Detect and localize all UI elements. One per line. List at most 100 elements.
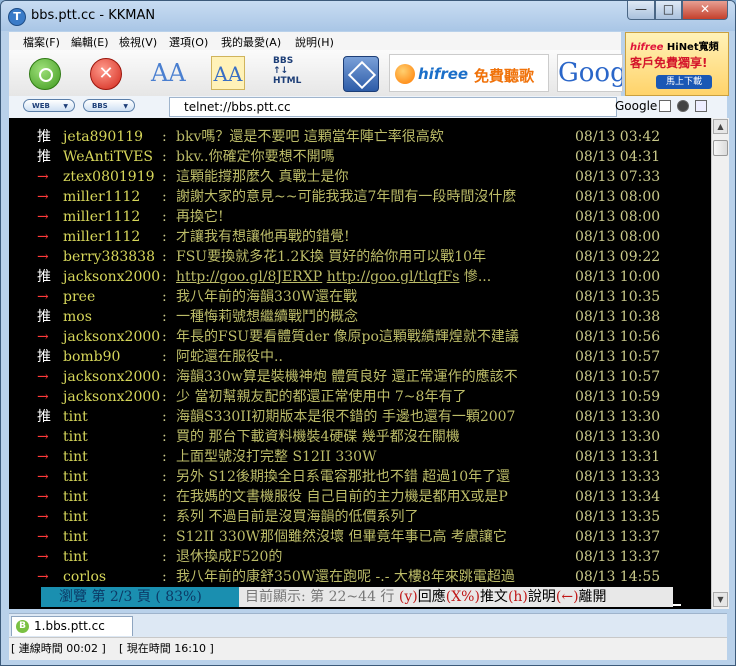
push-key[interactable]: (X%) <box>446 589 480 605</box>
font-size-large-button[interactable]: AA <box>151 56 186 90</box>
comment-link[interactable]: http://goo.gl/tlqfFs <box>327 269 460 285</box>
comment-message: 另外 S12後期換全日系電容那批也不錯 超過10年了還 <box>176 469 511 485</box>
hinet-ad-banner[interactable]: hifree HiNet寬頻 客戶免費獨享! 馬上下載 <box>625 32 729 96</box>
comment-user: WeAntiTVES <box>63 149 154 165</box>
stop-button[interactable]: ✕ <box>90 58 122 90</box>
hifree-music-button[interactable]: hifree 免費聽歌 <box>389 54 549 92</box>
push-tag: 推 <box>37 349 51 365</box>
separator: : <box>162 509 167 525</box>
bbs-html-toggle-button[interactable]: BBS ↑↓ HTML <box>273 56 323 90</box>
vertical-scrollbar[interactable]: ▲ ▼ <box>711 118 729 609</box>
push-tag: 推 <box>37 269 51 285</box>
comment-row: → miller1112: 才讓我有想讓他再戰的錯覺! 08/13 08:00 <box>9 227 711 247</box>
url-input[interactable]: telnet://bbs.ptt.cc <box>169 97 617 117</box>
separator: : <box>162 569 167 585</box>
tab-strip: B 1.bbs.ptt.cc <box>9 613 727 638</box>
scroll-down-arrow-icon[interactable]: ▼ <box>713 592 728 607</box>
google-toolbar-button[interactable]: Goog <box>557 54 623 92</box>
separator: : <box>162 369 167 385</box>
comment-user: jacksonx2000 <box>63 269 161 285</box>
menu-help[interactable]: 說明(H) <box>295 34 334 50</box>
separator: : <box>162 129 167 145</box>
comment-time: 08/13 10:38 <box>575 309 661 325</box>
scroll-up-arrow-icon[interactable]: ▲ <box>713 119 728 134</box>
comment-time: 08/13 10:57 <box>575 349 661 365</box>
current-time: [ 現在時間 16:10 ] <box>119 642 214 655</box>
ad-download-button[interactable]: 馬上下載 <box>656 75 712 89</box>
comment-user: tint <box>63 469 88 485</box>
separator: : <box>162 389 167 405</box>
separator: : <box>162 449 167 465</box>
hifree-slogan: 免費聽歌 <box>474 67 535 85</box>
leave-key[interactable]: (←) <box>556 589 579 605</box>
minimize-button[interactable]: — <box>627 1 655 20</box>
maximize-button[interactable]: □ <box>655 1 682 20</box>
separator: : <box>162 329 167 345</box>
comment-message: 阿蛇還在服役中.. <box>176 349 283 365</box>
comment-message: 買的 那台下載資料機裝4硬碟 幾乎都沒在關機 <box>176 429 460 445</box>
arrow-tag: → <box>37 549 49 565</box>
comment-user: pree <box>63 289 96 305</box>
arrow-tag: → <box>37 289 49 305</box>
font-size-small-button[interactable]: AA <box>211 56 245 90</box>
arrow-tag: → <box>37 329 49 345</box>
close-toolbar-icon[interactable] <box>695 100 707 112</box>
hifree-brand: hifree <box>418 65 469 83</box>
page-indicator: 瀏覽 第 2/3 頁 ( 83%) <box>41 587 239 607</box>
comment-time: 08/13 13:30 <box>575 429 661 445</box>
separator: : <box>162 149 167 165</box>
comment-message: http://goo.gl/8JERXP http://goo.gl/tlqfF… <box>176 267 491 287</box>
menu-edit[interactable]: 編輯(E) <box>71 34 109 50</box>
help-label: 說明 <box>527 589 556 605</box>
menu-file[interactable]: 檔案(F) <box>23 34 60 50</box>
comment-row: → jacksonx2000: 海韻330w算是裝機神炮 體質良好 還正常運作的應該… <box>9 367 711 387</box>
reply-label: 回應 <box>417 589 446 605</box>
app-window: T bbs.ptt.cc - KKMAN — □ ✕ 檔案(F) 編輯(E) 檢… <box>0 0 736 666</box>
comment-time: 08/13 10:57 <box>575 369 661 385</box>
comment-time: 08/13 03:42 <box>575 129 661 145</box>
arrow-tag: → <box>37 569 49 585</box>
separator: : <box>162 549 167 565</box>
push-tag: 推 <box>37 409 51 425</box>
comment-row: 推 mos: 一種悔莉號想繼續戰鬥的概念 08/13 10:38 <box>9 307 711 327</box>
comment-tail: 慘... <box>459 269 492 285</box>
separator: : <box>162 529 167 545</box>
menu-favorites[interactable]: 我的最愛(A) <box>221 34 281 50</box>
arrow-tag: → <box>37 189 49 205</box>
bbs-label: BBS <box>273 56 294 66</box>
menu-options[interactable]: 選項(O) <box>169 34 208 50</box>
bbs-mode-dropdown[interactable]: BBS <box>83 99 135 113</box>
tab-bbs-ptt[interactable]: B 1.bbs.ptt.cc <box>11 616 133 636</box>
bbs-terminal[interactable]: → corlos: 我八年前的康舒350W還在跑呢 -.- 大樓8年來跳電超過 08/… <box>9 118 711 609</box>
web-mode-dropdown[interactable]: WEB <box>23 99 75 113</box>
comment-user: bomb90 <box>63 349 121 365</box>
separator: : <box>162 429 167 445</box>
separator: : <box>162 249 167 265</box>
menu-view[interactable]: 檢視(V) <box>119 34 157 50</box>
arrow-tag: → <box>37 449 49 465</box>
comment-message: bkv嗎？還是不要吧 這顆當年陣亡率很高欸 <box>176 129 444 145</box>
comment-row: 推 tint: 海韻S330II初期版本是很不錯的 手邊也還有一顆2007 08/13… <box>9 407 711 427</box>
new-window-icon[interactable] <box>659 100 671 112</box>
comment-time: 08/13 13:35 <box>575 509 661 525</box>
help-key[interactable]: (h) <box>508 589 528 605</box>
separator: : <box>162 229 167 245</box>
comment-time: 08/13 04:31 <box>575 149 661 165</box>
comment-link[interactable]: http://goo.gl/8JERXP <box>176 269 322 285</box>
plugin-box-icon[interactable] <box>343 56 379 92</box>
comment-row: → jacksonx2000: 少 當初幫親友配的都還正常使用中 7~8年有了 08/… <box>9 387 711 407</box>
comment-user: tint <box>63 429 88 445</box>
arrow-tag: → <box>37 469 49 485</box>
reply-key[interactable]: (y) <box>399 589 418 605</box>
comment-user: jacksonx2000 <box>63 389 161 405</box>
go-refresh-button[interactable] <box>29 58 61 90</box>
close-button[interactable]: ✕ <box>682 1 728 20</box>
scroll-thumb[interactable] <box>713 140 728 156</box>
comment-row: → tint: 另外 S12後期換全日系電容那批也不錯 超過10年了還 08/13 1… <box>9 467 711 487</box>
comment-time: 08/13 13:30 <box>575 409 661 425</box>
key-help: 目前顯示: 第 22~44 行 (y)回應(X%)推文(h)說明(←)離開 <box>239 587 673 607</box>
comment-time: 08/13 09:22 <box>575 249 661 265</box>
comment-message: 年長的FSU要看體質der 像原po這顆戰績輝煌就不建議 <box>176 329 519 345</box>
comment-row: → tint: 買的 那台下載資料機裝4硬碟 幾乎都沒在關機 08/13 13:30 <box>9 427 711 447</box>
menu-circle-icon[interactable] <box>677 100 689 112</box>
